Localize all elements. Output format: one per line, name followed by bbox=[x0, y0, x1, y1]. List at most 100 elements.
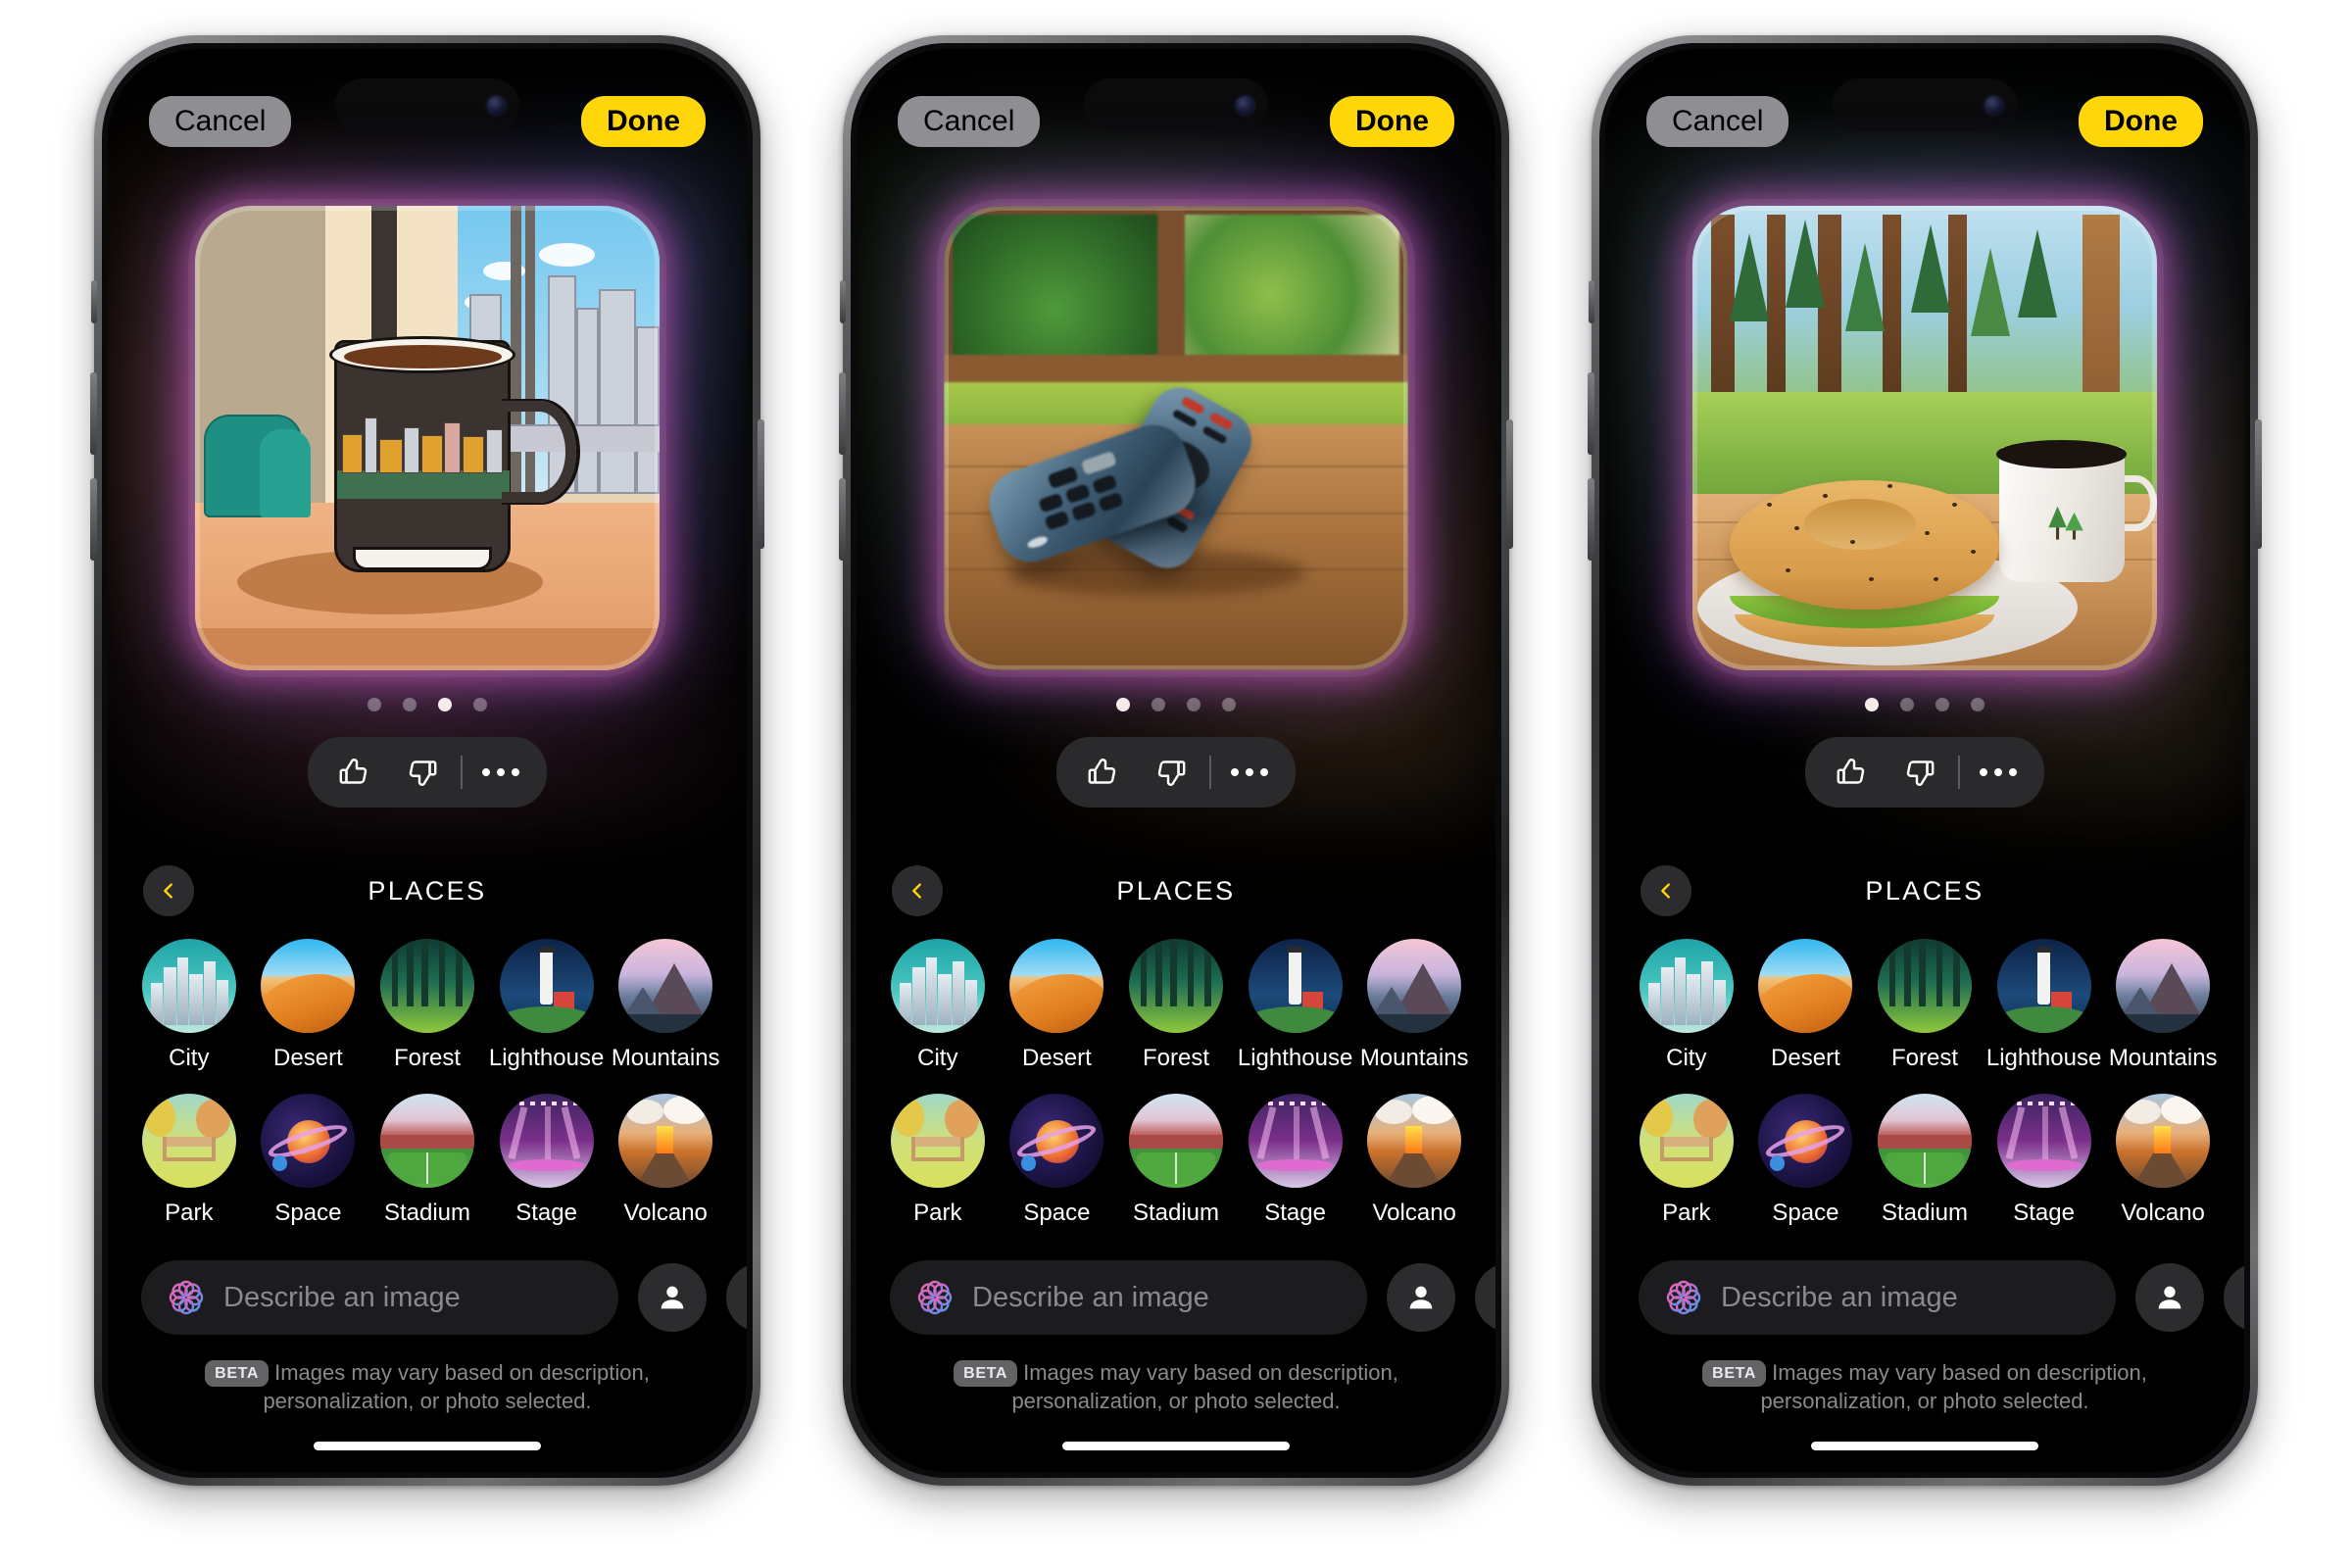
volume-up-button[interactable] bbox=[839, 372, 846, 455]
page-dot[interactable] bbox=[1900, 698, 1914, 711]
mountains-thumbnail[interactable] bbox=[618, 939, 713, 1033]
describe-image-input[interactable] bbox=[223, 1281, 593, 1314]
category-item-mountains[interactable]: Mountains bbox=[606, 939, 725, 1072]
page-dot[interactable] bbox=[473, 698, 487, 711]
category-item-city[interactable]: City bbox=[129, 939, 249, 1072]
volcano-thumbnail[interactable] bbox=[1367, 1094, 1462, 1188]
page-dot[interactable] bbox=[1222, 698, 1236, 711]
lighthouse-thumbnail[interactable] bbox=[1996, 939, 2091, 1033]
add-button[interactable] bbox=[726, 1263, 747, 1332]
add-button[interactable] bbox=[1475, 1263, 1495, 1332]
page-dot[interactable] bbox=[403, 698, 416, 711]
category-item-desert[interactable]: Desert bbox=[1746, 939, 1866, 1072]
mountains-thumbnail[interactable] bbox=[1367, 939, 1462, 1033]
category-item-volcano[interactable]: Volcano bbox=[2103, 1094, 2223, 1227]
desert-thumbnail[interactable] bbox=[261, 939, 356, 1033]
generated-image[interactable] bbox=[1692, 206, 2157, 670]
home-indicator[interactable] bbox=[1811, 1442, 2038, 1450]
lighthouse-thumbnail[interactable] bbox=[1248, 939, 1343, 1033]
park-thumbnail[interactable] bbox=[1639, 1094, 1734, 1188]
stadium-thumbnail[interactable] bbox=[379, 1094, 474, 1188]
category-item-desert[interactable]: Desert bbox=[249, 939, 368, 1072]
category-item-stadium[interactable]: Stadium bbox=[1116, 1094, 1236, 1227]
home-indicator[interactable] bbox=[314, 1442, 541, 1450]
generated-image[interactable] bbox=[195, 206, 660, 670]
silent-switch[interactable] bbox=[91, 280, 97, 323]
category-item-mountains[interactable]: Mountains bbox=[1354, 939, 1474, 1072]
forest-thumbnail[interactable] bbox=[379, 939, 474, 1033]
lighthouse-thumbnail[interactable] bbox=[499, 939, 594, 1033]
stage-thumbnail[interactable] bbox=[1248, 1094, 1343, 1188]
page-dot[interactable] bbox=[368, 698, 381, 711]
person-button[interactable] bbox=[638, 1263, 707, 1332]
power-button[interactable] bbox=[758, 419, 764, 549]
category-item-stage[interactable]: Stage bbox=[487, 1094, 607, 1227]
carousel-page-dots[interactable] bbox=[108, 698, 747, 711]
category-item-volcano[interactable]: Volcano bbox=[1354, 1094, 1474, 1227]
describe-image-field[interactable] bbox=[1639, 1260, 2116, 1335]
thumbs-up-icon[interactable] bbox=[1068, 751, 1137, 794]
thumbs-up-icon[interactable] bbox=[319, 751, 388, 794]
add-button[interactable] bbox=[2224, 1263, 2244, 1332]
done-button[interactable]: Done bbox=[2079, 96, 2203, 147]
category-item-lighthouse[interactable]: Lighthouse bbox=[1236, 939, 1355, 1072]
category-item-desert[interactable]: Desert bbox=[998, 939, 1117, 1072]
volume-up-button[interactable] bbox=[1588, 372, 1594, 455]
describe-image-field[interactable] bbox=[141, 1260, 618, 1335]
carousel-page-dots[interactable] bbox=[857, 698, 1495, 711]
page-dot[interactable] bbox=[1971, 698, 1984, 711]
category-item-stadium[interactable]: Stadium bbox=[1865, 1094, 1984, 1227]
park-thumbnail[interactable] bbox=[141, 1094, 236, 1188]
done-button[interactable]: Done bbox=[581, 96, 706, 147]
category-item-forest[interactable]: Forest bbox=[368, 939, 487, 1072]
generated-image[interactable] bbox=[944, 206, 1408, 670]
cancel-button[interactable]: Cancel bbox=[1646, 96, 1789, 147]
city-thumbnail[interactable] bbox=[141, 939, 236, 1033]
person-button[interactable] bbox=[2135, 1263, 2204, 1332]
stage-thumbnail[interactable] bbox=[1996, 1094, 2091, 1188]
desert-thumbnail[interactable] bbox=[1009, 939, 1104, 1033]
category-item-forest[interactable]: Forest bbox=[1865, 939, 1984, 1072]
category-item-park[interactable]: Park bbox=[1627, 1094, 1746, 1227]
generated-image-carousel[interactable] bbox=[108, 206, 747, 670]
desert-thumbnail[interactable] bbox=[1758, 939, 1853, 1033]
page-dot-active[interactable] bbox=[1116, 698, 1130, 711]
category-item-space[interactable]: Space bbox=[998, 1094, 1117, 1227]
power-button[interactable] bbox=[2255, 419, 2262, 549]
ellipsis-icon[interactable] bbox=[466, 751, 535, 794]
space-thumbnail[interactable] bbox=[1009, 1094, 1104, 1188]
thumbs-down-icon[interactable] bbox=[1886, 751, 1954, 794]
power-button[interactable] bbox=[1506, 419, 1513, 549]
volume-down-button[interactable] bbox=[839, 478, 846, 561]
category-item-stage[interactable]: Stage bbox=[1984, 1094, 2104, 1227]
category-item-volcano[interactable]: Volcano bbox=[606, 1094, 725, 1227]
stadium-thumbnail[interactable] bbox=[1877, 1094, 1972, 1188]
volume-up-button[interactable] bbox=[90, 372, 97, 455]
thumbs-up-icon[interactable] bbox=[1817, 751, 1886, 794]
park-thumbnail[interactable] bbox=[890, 1094, 985, 1188]
generated-image-carousel[interactable] bbox=[857, 206, 1495, 670]
describe-image-field[interactable] bbox=[890, 1260, 1367, 1335]
generated-image-carousel[interactable] bbox=[1605, 206, 2244, 670]
category-item-mountains[interactable]: Mountains bbox=[2103, 939, 2223, 1072]
page-dot-active[interactable] bbox=[438, 698, 452, 711]
category-item-space[interactable]: Space bbox=[249, 1094, 368, 1227]
ellipsis-icon[interactable] bbox=[1964, 751, 2033, 794]
page-dot[interactable] bbox=[1936, 698, 1949, 711]
describe-image-input[interactable] bbox=[1721, 1281, 2090, 1314]
forest-thumbnail[interactable] bbox=[1128, 939, 1223, 1033]
volume-down-button[interactable] bbox=[90, 478, 97, 561]
volcano-thumbnail[interactable] bbox=[618, 1094, 713, 1188]
stage-thumbnail[interactable] bbox=[499, 1094, 594, 1188]
volume-down-button[interactable] bbox=[1588, 478, 1594, 561]
carousel-page-dots[interactable] bbox=[1605, 698, 2244, 711]
home-indicator[interactable] bbox=[1062, 1442, 1290, 1450]
page-dot[interactable] bbox=[1187, 698, 1200, 711]
category-item-lighthouse[interactable]: Lighthouse bbox=[1984, 939, 2104, 1072]
category-item-city[interactable]: City bbox=[878, 939, 998, 1072]
mountains-thumbnail[interactable] bbox=[2116, 939, 2211, 1033]
person-button[interactable] bbox=[1387, 1263, 1455, 1332]
space-thumbnail[interactable] bbox=[261, 1094, 356, 1188]
category-item-lighthouse[interactable]: Lighthouse bbox=[487, 939, 607, 1072]
city-thumbnail[interactable] bbox=[1639, 939, 1734, 1033]
